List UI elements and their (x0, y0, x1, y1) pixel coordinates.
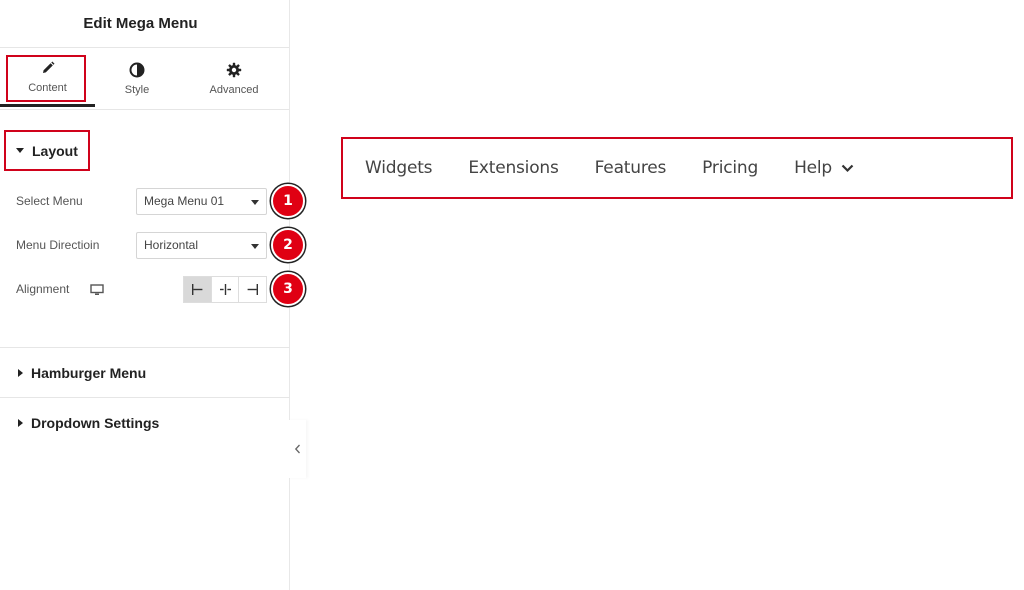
select-menu-dropdown[interactable]: Mega Menu 01 (136, 187, 267, 215)
menu-item-extensions[interactable]: Extensions (468, 158, 559, 178)
contrast-icon (128, 61, 146, 79)
tab-style[interactable]: Style (95, 48, 179, 109)
align-right-button[interactable] (239, 277, 267, 302)
caret-down-icon (251, 199, 259, 205)
hamburger-menu-section[interactable]: Hamburger Menu (0, 348, 290, 398)
dropdown-settings-title: Dropdown Settings (31, 415, 160, 431)
caret-down-icon (251, 243, 259, 249)
menu-item-help-label: Help (794, 158, 833, 178)
alignment-label: Alignment (16, 282, 70, 296)
tab-advanced[interactable]: Advanced (184, 48, 284, 109)
align-center-icon (219, 284, 231, 295)
select-menu-row: Select Menu Mega Menu 01 1 (16, 184, 306, 218)
gear-icon (225, 61, 243, 79)
mega-menu-preview: Widgets Extensions Features Pricing Help (341, 137, 1013, 199)
select-menu-label: Select Menu (16, 194, 83, 208)
caret-down-icon (16, 148, 24, 153)
dropdown-settings-section[interactable]: Dropdown Settings (0, 398, 290, 448)
caret-right-icon (18, 419, 23, 427)
alignment-row: Alignment 3 (16, 272, 306, 306)
align-right-icon (247, 284, 259, 295)
panel-title: Edit Mega Menu (83, 15, 198, 32)
callout-badge-1: 1 (271, 184, 305, 218)
align-left-icon (191, 284, 203, 295)
menu-item-widgets[interactable]: Widgets (365, 158, 433, 178)
caret-right-icon (18, 368, 23, 377)
menu-item-help[interactable]: Help (794, 158, 854, 178)
tab-style-label: Style (124, 84, 150, 96)
monitor-icon[interactable] (90, 283, 104, 295)
editor-panel: Edit Mega Menu Content Style Advanced La… (0, 0, 305, 590)
layout-section-title: Layout (32, 142, 78, 159)
panel-collapse-handle[interactable] (288, 420, 306, 478)
tab-advanced-label: Advanced (209, 84, 259, 96)
chevron-left-icon (294, 444, 300, 454)
select-menu-value: Mega Menu 01 (144, 194, 225, 208)
callout-badge-2: 2 (271, 228, 305, 262)
layout-section-toggle[interactable]: Layout (4, 130, 90, 171)
menu-direction-value: Horizontal (144, 238, 199, 252)
content-tab-highlight (6, 55, 86, 102)
menu-direction-label: Menu Directioin (16, 238, 100, 252)
menu-direction-row: Menu Directioin Horizontal 2 (16, 228, 306, 262)
menu-direction-dropdown[interactable]: Horizontal (136, 231, 267, 259)
menu-item-pricing[interactable]: Pricing (702, 158, 758, 178)
panel-header: Edit Mega Menu (0, 0, 289, 48)
alignment-button-group (183, 276, 267, 303)
hamburger-menu-title: Hamburger Menu (31, 364, 147, 381)
layout-section: Layout Select Menu Mega Menu 01 1 Menu D… (0, 112, 305, 348)
align-center-button[interactable] (211, 277, 240, 302)
align-left-button[interactable] (184, 277, 212, 302)
menu-item-features[interactable]: Features (595, 158, 667, 178)
chevron-down-icon (841, 164, 854, 172)
callout-badge-3: 3 (271, 272, 305, 306)
